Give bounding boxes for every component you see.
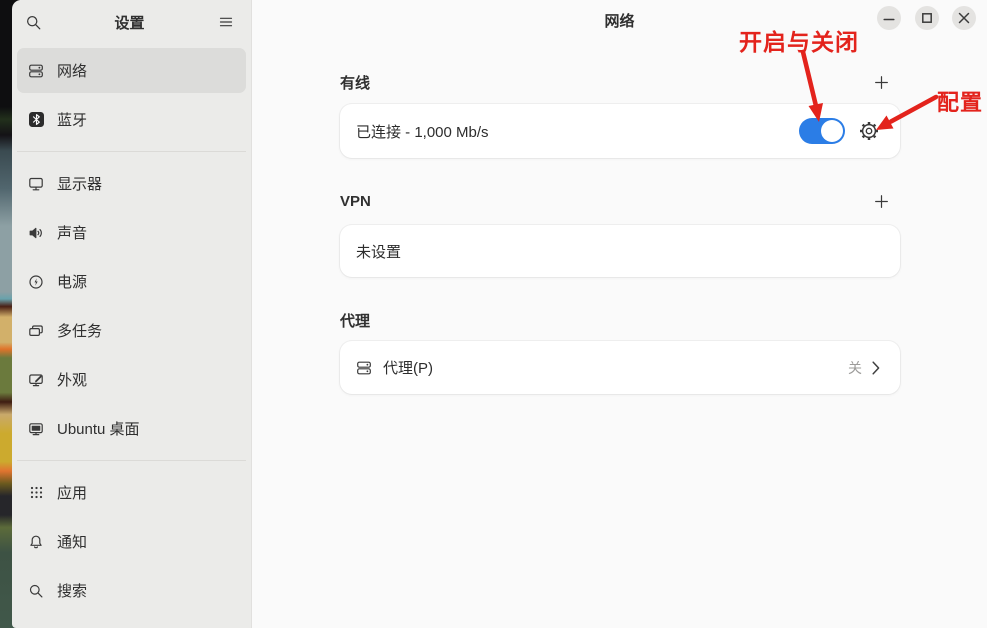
sidebar-item-bluetooth[interactable]: 蓝牙 (17, 97, 246, 142)
gear-icon (859, 121, 879, 141)
sidebar-nav: 网络 蓝牙 显示器 声音 (12, 48, 251, 613)
close-button[interactable] (952, 6, 976, 30)
network-content: 有线 已连接 - 1,000 Mb/s (340, 0, 900, 628)
sidebar-item-label: 通知 (57, 531, 87, 552)
sidebar-item-label: 蓝牙 (57, 109, 87, 130)
plus-icon (874, 75, 889, 90)
sidebar-item-label: 搜索 (57, 580, 87, 601)
proxy-value: 关 (848, 358, 862, 378)
bluetooth-icon (28, 112, 44, 128)
maximize-icon (915, 6, 939, 30)
main-panel: 网络 有线 已连接 - 1,000 Mb/s (252, 0, 987, 628)
sidebar-item-network[interactable]: 网络 (17, 48, 246, 93)
maximize-button[interactable] (915, 6, 939, 30)
sidebar-item-label: 声音 (57, 222, 87, 243)
proxy-section-title: 代理 (340, 310, 370, 331)
appearance-icon (28, 372, 44, 388)
toggle-knob (821, 120, 843, 142)
sound-icon (28, 225, 44, 241)
ubuntu-desktop-icon (28, 421, 44, 437)
wired-section-title: 有线 (340, 72, 370, 93)
sidebar-item-notifications[interactable]: 通知 (17, 519, 246, 564)
search-icon (28, 583, 44, 599)
apps-icon (28, 485, 44, 501)
multitasking-icon (28, 323, 44, 339)
plus-icon (874, 194, 889, 209)
add-wired-button[interactable] (869, 70, 893, 94)
chevron-right-icon (872, 361, 880, 375)
vpn-section-header: VPN (340, 188, 900, 214)
proxy-label: 代理(P) (383, 357, 848, 378)
sidebar-item-label: 外观 (57, 369, 87, 390)
sidebar-item-label: 多任务 (57, 320, 102, 341)
sidebar-item-ubuntu-desktop[interactable]: Ubuntu 桌面 (17, 406, 246, 451)
menu-button[interactable] (213, 9, 239, 35)
proxy-row[interactable]: 代理(P) 关 (340, 341, 900, 394)
sidebar-item-apps[interactable]: 应用 (17, 470, 246, 515)
wired-section-header: 有线 (340, 69, 900, 95)
sidebar-item-label: 网络 (57, 60, 87, 81)
vpn-section-title: VPN (340, 193, 371, 210)
add-vpn-button[interactable] (869, 189, 893, 213)
sidebar-item-label: 应用 (57, 482, 87, 503)
search-icon (25, 14, 42, 31)
sidebar-item-label: Ubuntu 桌面 (57, 418, 140, 439)
sidebar-item-sound[interactable]: 声音 (17, 210, 246, 255)
power-icon (28, 274, 44, 290)
sidebar-item-label: 显示器 (57, 173, 102, 194)
wired-settings-button[interactable] (858, 120, 880, 142)
vpn-status-text: 未设置 (356, 241, 880, 262)
notifications-icon (28, 534, 44, 550)
annotation-configure-label: 配置 (937, 85, 983, 117)
sidebar-separator (17, 151, 246, 152)
sidebar-item-displays[interactable]: 显示器 (17, 161, 246, 206)
sidebar-item-appearance[interactable]: 外观 (17, 357, 246, 402)
sidebar-item-multitasking[interactable]: 多任务 (17, 308, 246, 353)
sidebar-separator (17, 460, 246, 461)
annotation-toggle-label: 开启与关闭 (739, 23, 859, 57)
close-icon (952, 6, 976, 30)
sidebar-item-power[interactable]: 电源 (17, 259, 246, 304)
vpn-empty-row: 未设置 (340, 225, 900, 277)
proxy-row-left: 代理(P) (356, 357, 848, 378)
sidebar-title: 设置 (46, 12, 213, 33)
sidebar: 设置 网络 蓝牙 (12, 0, 252, 628)
search-button[interactable] (20, 9, 46, 35)
settings-window: 设置 网络 蓝牙 (12, 0, 987, 628)
sidebar-item-search[interactable]: 搜索 (17, 568, 246, 613)
displays-icon (28, 176, 44, 192)
proxy-section-header: 代理 (340, 307, 900, 333)
network-icon (28, 63, 44, 79)
wired-connection-row[interactable]: 已连接 - 1,000 Mb/s (340, 104, 900, 158)
wired-row-controls (799, 118, 880, 144)
hamburger-icon (218, 14, 234, 30)
sidebar-item-label: 电源 (57, 271, 87, 292)
wired-toggle[interactable] (799, 118, 845, 144)
wired-status-text: 已连接 - 1,000 Mb/s (356, 121, 799, 142)
sidebar-header: 设置 (12, 0, 251, 36)
network-proxy-icon (356, 360, 372, 376)
